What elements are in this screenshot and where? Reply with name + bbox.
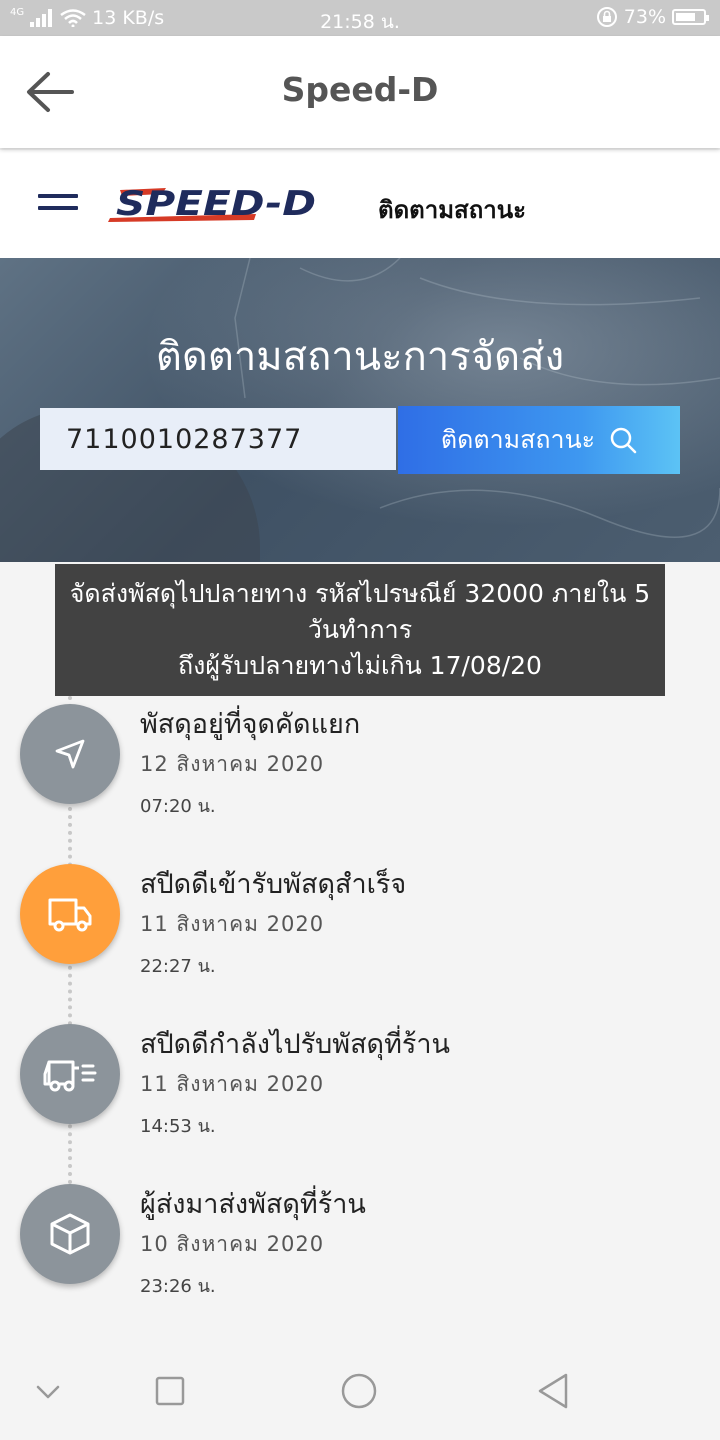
timeline-status-circle <box>20 1184 120 1284</box>
timeline-time: 23:26 น. <box>140 1276 216 1297</box>
timeline-title: สปีดดีกำลังไปรับพัสดุที่ร้าน <box>140 1029 451 1060</box>
timeline-text: สปีดดีเข้ารับพัสดุสำเร็จ 11 สิงหาคม 2020… <box>140 862 406 980</box>
speed-d-logo: SPEED-D <box>108 184 316 224</box>
tracking-number-input[interactable] <box>40 408 396 470</box>
status-bar: 4G 13 KB/s 21:58 น. 73% <box>0 0 720 36</box>
timeline-status-circle <box>20 704 120 804</box>
timeline-time: 07:20 น. <box>140 796 216 817</box>
hero-title: ติดตามสถานะการจัดส่ง <box>155 334 565 380</box>
battery-icon <box>672 9 709 25</box>
truck-icon <box>48 898 92 932</box>
timeline-date: 10 สิงหาคม 2020 <box>140 1232 325 1256</box>
logo-text: SPEED-D <box>116 184 316 224</box>
track-button-label: ติดตามสถานะ <box>440 425 596 454</box>
banner-line-3: ถึงผู้รับปลายทางไม่เกิน 17/08/20 <box>178 651 542 680</box>
home-circle-icon[interactable] <box>340 1372 378 1410</box>
timeline-item: สปีดดีกำลังไปรับพัสดุที่ร้าน 11 สิงหาคม … <box>0 1016 720 1137</box>
app-title: Speed-D <box>281 70 439 109</box>
chevron-down-icon[interactable] <box>36 1384 60 1400</box>
app-bar: Speed-D <box>0 36 720 148</box>
delivery-estimate-banner: จัดส่งพัสดุไปปลายทาง รหัสไปรษณีย์ 32000 … <box>55 564 665 696</box>
timeline-item: พัสดุอยู่ที่จุดคัดแยก 12 สิงหาคม 2020 07… <box>0 696 720 817</box>
timeline-item: สปีดดีเข้ารับพัสดุสำเร็จ 11 สิงหาคม 2020… <box>0 856 720 977</box>
back-triangle-icon[interactable] <box>536 1372 572 1410</box>
navigation-arrow-icon <box>55 739 85 769</box>
timeline-text: ผู้ส่งมาส่งพัสดุที่ร้าน 10 สิงหาคม 2020 … <box>140 1182 366 1300</box>
package-box-icon <box>50 1213 90 1255</box>
status-right: 73% <box>596 6 709 28</box>
timeline-title: ผู้ส่งมาส่งพัสดุที่ร้าน <box>140 1189 366 1220</box>
battery-fill <box>676 13 695 21</box>
recents-square-icon[interactable] <box>155 1376 185 1406</box>
hero-section: ติดตามสถานะการจัดส่ง ติดตามสถานะ <box>0 258 720 562</box>
nav-tracking-link[interactable]: ติดตามสถานะ <box>378 190 526 229</box>
banner-line-1: จัดส่งพัสดุไปปลายทาง รหัสไปรษณีย์ 32000 … <box>69 579 651 608</box>
timeline-status-circle-active <box>20 864 120 964</box>
timeline-date: 11 สิงหาคม 2020 <box>140 912 325 936</box>
timeline-title: พัสดุอยู่ที่จุดคัดแยก <box>140 709 361 740</box>
timeline-time: 14:53 น. <box>140 1116 216 1137</box>
banner-line-2: วันทำการ <box>307 615 413 644</box>
menu-button[interactable] <box>38 194 78 214</box>
menu-icon-line <box>38 206 78 210</box>
fast-truck-icon <box>43 1060 97 1092</box>
system-nav-bar <box>0 1350 720 1440</box>
search-icon <box>610 427 637 454</box>
rotation-lock-icon <box>596 7 617 27</box>
timeline-status-circle <box>20 1024 120 1124</box>
battery-percent: 73% <box>623 6 666 28</box>
timeline-time: 22:27 น. <box>140 956 216 977</box>
timeline-title: สปีดดีเข้ารับพัสดุสำเร็จ <box>140 869 407 900</box>
timeline-date: 11 สิงหาคม 2020 <box>140 1072 325 1096</box>
menu-icon-line <box>38 194 78 198</box>
site-header: SPEED-D ติดตามสถานะ <box>0 150 720 258</box>
timeline-text: พัสดุอยู่ที่จุดคัดแยก 12 สิงหาคม 2020 07… <box>140 702 360 820</box>
timeline-text: สปีดดีกำลังไปรับพัสดุที่ร้าน 11 สิงหาคม … <box>140 1022 450 1140</box>
timeline-date: 12 สิงหาคม 2020 <box>140 752 325 776</box>
timeline-item: ผู้ส่งมาส่งพัสดุที่ร้าน 10 สิงหาคม 2020 … <box>0 1176 720 1297</box>
track-button[interactable]: ติดตามสถานะ <box>398 406 680 474</box>
